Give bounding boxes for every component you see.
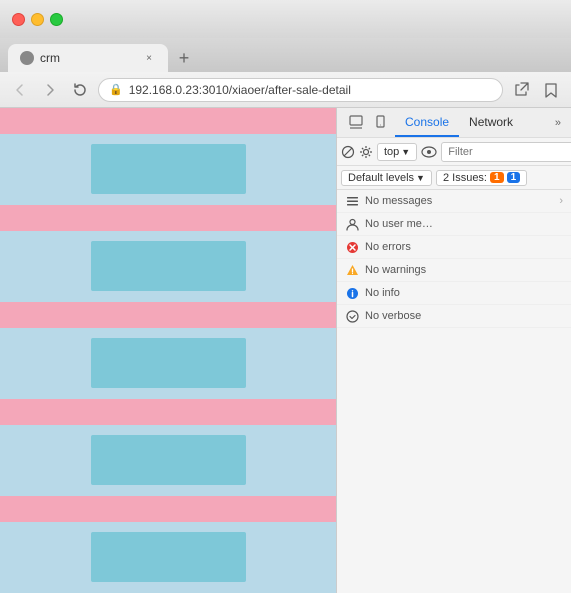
tab-favicon [20,51,34,65]
close-button[interactable] [12,13,25,26]
tab-overflow-button[interactable]: » [549,113,567,133]
user-icon [345,217,359,231]
clear-console-button[interactable] [341,141,355,163]
error-icon [345,240,359,254]
tab-console[interactable]: Console [395,108,459,137]
blue-rect-1 [91,144,246,194]
back-button[interactable] [8,78,32,102]
title-bar [0,0,571,38]
blue-rect-4 [91,435,246,485]
reload-button[interactable] [68,78,92,102]
list-icon [345,194,359,208]
chevron-down-icon: ▼ [401,147,410,157]
issues-orange-badge: 1 [490,172,504,183]
devtools-device-button[interactable] [369,111,391,133]
section-blue-1 [0,134,336,205]
levels-chevron-icon: ▼ [416,173,425,183]
minimize-button[interactable] [31,13,44,26]
message-no-verbose[interactable]: No verbose [337,305,571,328]
no-errors-text: No errors [365,241,411,253]
address-bar: 🔒 192.168.0.23:3010/xiaoer/after-sale-de… [0,72,571,108]
verbose-icon [345,309,359,323]
devtools-messages: No messages › No user me… No errors [337,190,571,593]
devtools-inspect-button[interactable] [345,111,367,133]
default-levels-label: Default levels [348,172,414,184]
no-verbose-text: No verbose [365,310,421,322]
bookmark-button[interactable] [539,78,563,102]
issues-badge[interactable]: 2 Issues: 1 1 [436,170,527,186]
message-no-user[interactable]: No user me… [337,213,571,236]
tab-bar: crm × + [0,38,571,72]
default-levels-button[interactable]: Default levels ▼ [341,170,432,186]
section-blue-2 [0,231,336,302]
section-pink-5 [0,496,336,522]
context-label: top [384,146,399,158]
no-warnings-text: No warnings [365,264,426,276]
warning-icon [345,263,359,277]
message-no-messages[interactable]: No messages › [337,190,571,213]
settings-button[interactable] [359,141,373,163]
devtools-toolbar: top ▼ [337,138,571,166]
no-user-text: No user me… [365,218,433,230]
issues-blue-badge: 1 [507,172,521,183]
tab-network[interactable]: Network [459,108,523,137]
traffic-lights [12,13,63,26]
page-content [0,108,336,593]
main-area: Console Network » top ▼ Default lev [0,108,571,593]
message-no-info[interactable]: No info [337,282,571,305]
forward-button[interactable] [38,78,62,102]
toggle-eye-button[interactable] [421,141,437,163]
url-text: 192.168.0.23:3010/xiaoer/after-sale-deta… [129,83,492,97]
info-icon [345,286,359,300]
section-blue-3 [0,328,336,399]
lock-icon: 🔒 [109,83,123,96]
devtools-panel: Console Network » top ▼ Default lev [336,108,571,593]
maximize-button[interactable] [50,13,63,26]
section-blue-4 [0,425,336,496]
filter-input[interactable] [441,142,571,162]
browser-chrome: crm × + 🔒 192.168.0.23:3010/xiaoer/after… [0,0,571,108]
context-selector[interactable]: top ▼ [377,143,417,161]
no-messages-text: No messages [365,195,432,207]
tab-title: crm [40,51,136,65]
tab-close-button[interactable]: × [142,51,156,65]
blue-rect-3 [91,338,246,388]
page-sections [0,108,336,593]
section-blue-5 [0,522,336,593]
devtools-tabs: Console Network » [337,108,571,138]
new-tab-button[interactable]: + [170,44,198,72]
section-pink-1 [0,108,336,134]
issues-label: 2 Issues: [443,172,487,184]
section-pink-4 [0,399,336,425]
message-no-errors[interactable]: No errors [337,236,571,259]
url-bar[interactable]: 🔒 192.168.0.23:3010/xiaoer/after-sale-de… [98,78,503,102]
blue-rect-5 [91,532,246,582]
blue-rect-2 [91,241,246,291]
section-pink-2 [0,205,336,231]
devtools-levels-bar: Default levels ▼ 2 Issues: 1 1 [337,166,571,190]
browser-tab[interactable]: crm × [8,44,168,72]
arrow-icon: › [559,195,563,207]
no-info-text: No info [365,287,400,299]
message-no-warnings[interactable]: No warnings [337,259,571,282]
section-pink-3 [0,302,336,328]
share-button[interactable] [509,78,533,102]
